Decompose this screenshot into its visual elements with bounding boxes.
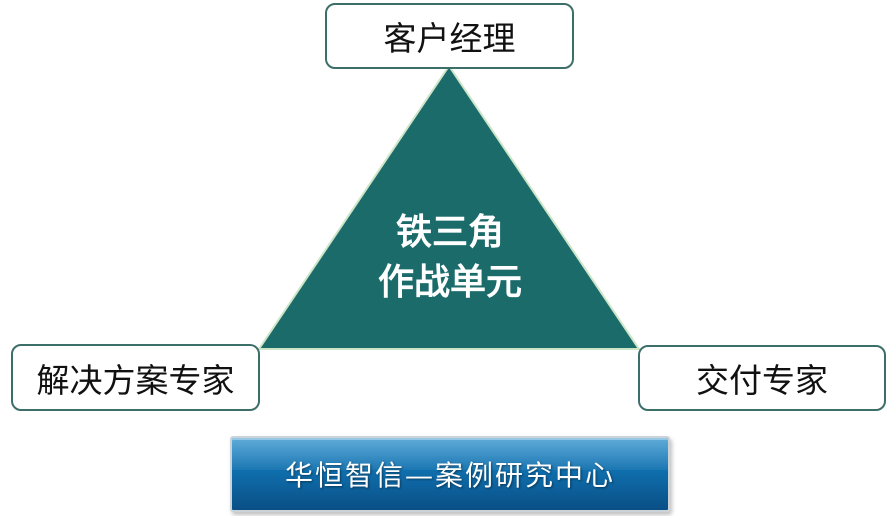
banner-text: 华恒智信—案例研究中心 [284,459,615,492]
node-account-manager: 客户经理 [325,3,574,69]
source-banner: 华恒智信—案例研究中心 [230,436,670,512]
center-label-line1: 铁三角 [395,212,504,253]
center-label-line2: 作战单元 [377,262,522,303]
triangle-center-label: 铁三角 作战单元 [330,208,570,308]
node-delivery-expert: 交付专家 [638,345,886,411]
node-solution-expert: 解决方案专家 [11,344,260,411]
